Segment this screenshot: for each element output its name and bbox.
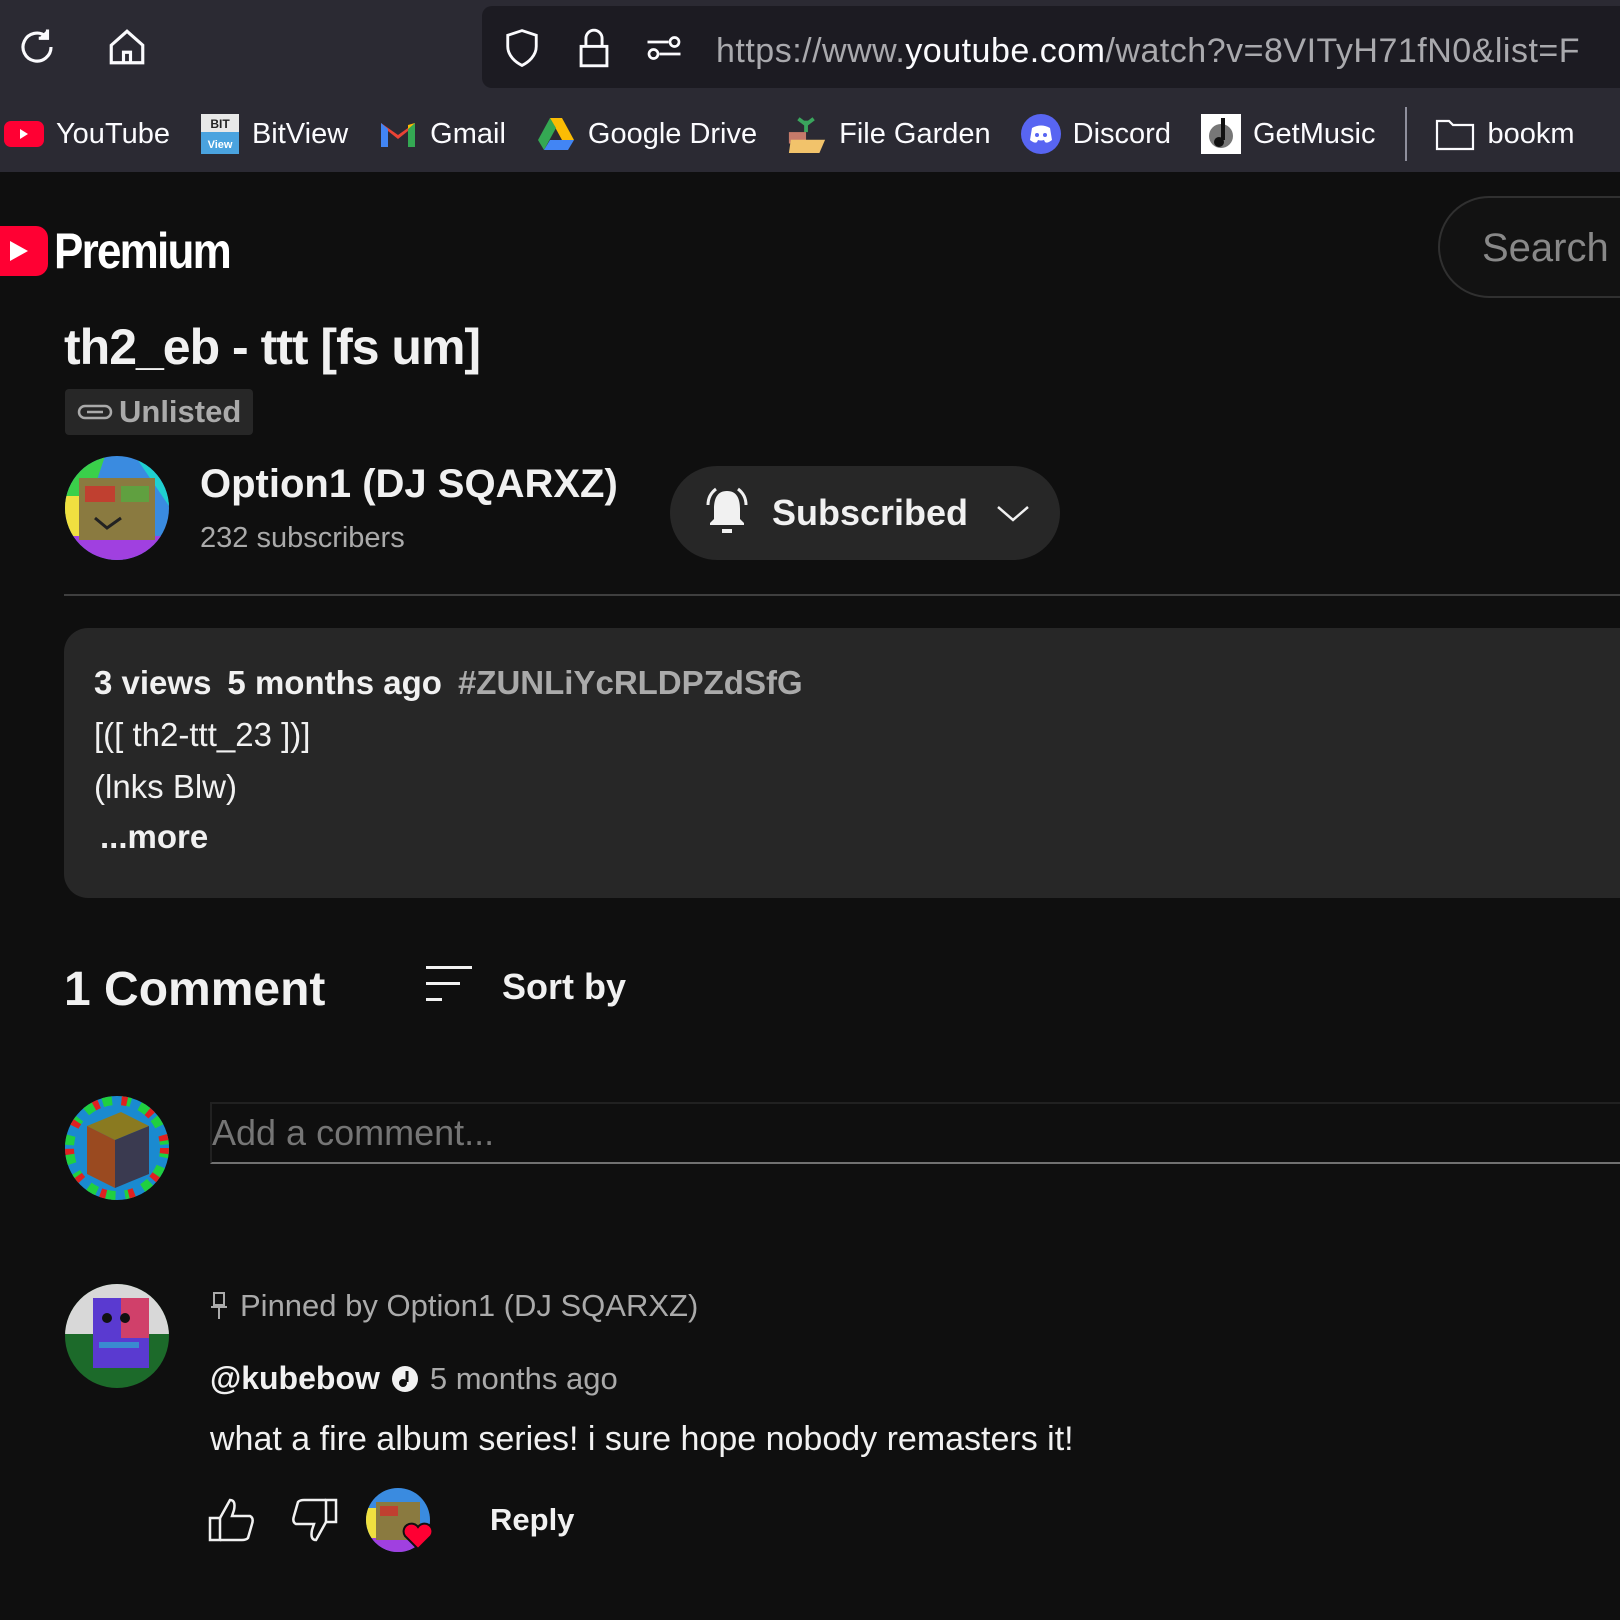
url-bar[interactable]: https://www.youtube.com/watch?v=8VITyH71… — [482, 6, 1620, 88]
bitview-icon: BIT View — [200, 114, 240, 154]
bookmark-getmusic[interactable]: GetMusic — [1200, 114, 1375, 154]
url-text[interactable]: https://www.youtube.com/watch?v=8VITyH71… — [716, 32, 1580, 71]
bell-icon — [702, 485, 752, 542]
gmail-icon — [378, 114, 418, 154]
bookmark-gmail[interactable]: Gmail — [378, 114, 506, 154]
hashtag-link[interactable]: #ZUNLiYcRLDPZdSfG — [458, 664, 803, 701]
chevron-down-icon — [996, 503, 1030, 523]
description-line: (lnks Blw) — [94, 768, 238, 805]
pinned-label: Pinned by Option1 (DJ SQARXZ) — [210, 1288, 698, 1324]
bookmark-file-garden[interactable]: File Garden — [787, 114, 991, 154]
youtube-play-icon — [0, 226, 48, 276]
dislike-button[interactable] — [288, 1494, 340, 1546]
subscribed-button[interactable]: Subscribed — [670, 466, 1060, 560]
like-button[interactable] — [206, 1494, 258, 1546]
sort-by-button[interactable]: Sort by — [424, 964, 626, 1009]
discord-icon — [1020, 114, 1061, 154]
bookmarks-bar: YouTube BIT View BitView Gmail Google Dri… — [0, 96, 1620, 172]
show-more-button[interactable]: ...more — [100, 818, 208, 856]
description-box[interactable]: 3 views 5 months ago #ZUNLiYcRLDPZdSfG [([… — [64, 628, 1620, 898]
bookmark-folder[interactable]: bookm — [1435, 114, 1575, 154]
reply-button[interactable]: Reply — [490, 1502, 574, 1538]
sort-icon — [424, 964, 474, 1009]
getmusic-icon — [1200, 114, 1241, 154]
channel-name[interactable]: Option1 (DJ SQARXZ) — [200, 462, 618, 507]
unlisted-badge: Unlisted — [65, 389, 254, 435]
comment-time[interactable]: 5 months ago — [430, 1361, 618, 1397]
comment-count: 1 Comment — [64, 963, 326, 1016]
google-drive-icon — [536, 114, 576, 154]
publish-date: 5 months ago — [227, 664, 442, 701]
youtube-icon — [4, 114, 44, 154]
bookmark-bitview[interactable]: BIT View BitView — [200, 114, 348, 154]
heart-icon — [402, 1521, 434, 1556]
description-line: [([ th2-ttt_23 ])] — [94, 716, 311, 753]
verified-music-icon — [390, 1364, 420, 1394]
current-user-avatar — [65, 1096, 169, 1200]
bookmark-youtube[interactable]: YouTube — [4, 114, 170, 154]
pin-icon — [210, 1291, 228, 1321]
reload-icon[interactable] — [12, 22, 62, 72]
shield-icon[interactable] — [500, 26, 544, 70]
comment-author[interactable]: @kubebow — [210, 1360, 380, 1397]
comment-header: @kubebow 5 months ago — [210, 1360, 618, 1397]
svg-text:BIT: BIT — [210, 117, 230, 131]
folder-icon — [1435, 114, 1475, 154]
comment-author-avatar[interactable] — [65, 1284, 169, 1388]
bookmark-discord[interactable]: Discord — [1020, 114, 1171, 154]
view-count: 3 views — [94, 664, 212, 701]
browser-toolbar: https://www.youtube.com/watch?v=8VITyH71… — [0, 0, 1620, 96]
youtube-page: Premium Search th2_eb - ttt [fs um] Unli… — [0, 172, 1620, 1620]
channel-avatar[interactable] — [65, 456, 169, 560]
video-title: th2_eb - ttt [fs um] — [64, 319, 481, 375]
lock-icon[interactable] — [572, 26, 616, 70]
search-input[interactable]: Search — [1438, 196, 1620, 298]
comment-text: what a fire album series! i sure hope no… — [210, 1420, 1074, 1458]
link-icon — [77, 402, 113, 422]
add-comment-input[interactable] — [210, 1102, 1620, 1164]
subscriber-count: 232 subscribers — [200, 522, 405, 554]
home-icon[interactable] — [102, 22, 152, 72]
file-garden-icon — [787, 114, 827, 154]
divider — [64, 594, 1620, 596]
bookmarks-separator — [1405, 107, 1408, 161]
video-meta: 3 views 5 months ago #ZUNLiYcRLDPZdSfG — [94, 664, 819, 702]
youtube-premium-logo[interactable]: Premium — [0, 222, 254, 280]
permissions-icon[interactable] — [642, 26, 686, 70]
creator-heart — [366, 1488, 434, 1552]
comment-actions: Reply — [206, 1488, 574, 1552]
svg-text:View: View — [208, 139, 233, 151]
bookmark-google-drive[interactable]: Google Drive — [536, 114, 757, 154]
